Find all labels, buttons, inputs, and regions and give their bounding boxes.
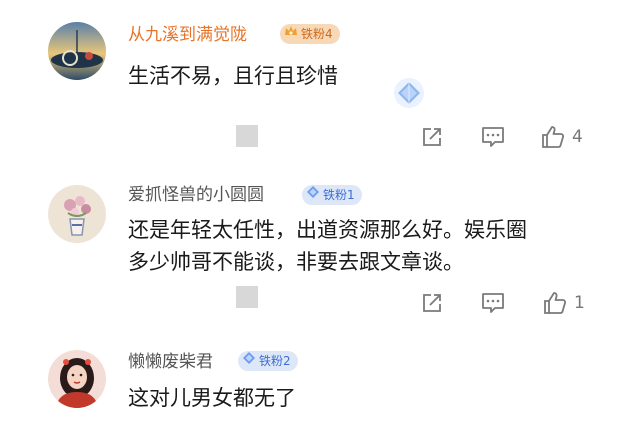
comment-line: 生活不易，且行且珍惜 [128,64,338,88]
badge-label: 铁粉4 [301,27,333,41]
username[interactable]: 从九溪到满觉陇 [128,24,247,46]
comment-item: 懒懒废柴君 铁粉2 这对儿男女都无了 [0,330,640,438]
badge-label: 铁粉2 [259,354,291,368]
girl-portrait-avatar-icon [48,350,106,408]
fan-badge: 铁粉4 [280,24,340,44]
image-placeholder[interactable] [236,125,258,147]
action-bar: 4 [418,122,608,152]
fan-badge: 铁粉1 [302,185,362,205]
action-bar: 1 [418,288,608,318]
thumbs-up-icon [542,126,565,148]
user-avatar[interactable] [48,185,106,243]
comment-line: 这对儿男女都无了 [128,386,296,410]
crown-icon [284,24,298,44]
thumbs-up-icon [544,292,567,314]
user-avatar[interactable] [48,22,106,80]
fan-badge: 铁粉2 [238,351,298,371]
like-count: 1 [574,293,585,313]
comment-button[interactable] [480,122,506,152]
username[interactable]: 懒懒废柴君 [128,351,213,373]
share-icon [423,128,441,146]
share-button[interactable] [420,122,444,152]
comment-text: 这对儿男女都无了 [128,382,296,415]
share-icon [423,294,441,312]
comment-text: 还是年轻太任性，出道资源那么好。娱乐圈 多少帅哥不能谈，非要去跟文章谈。 [128,214,527,278]
comment-icon [482,293,504,313]
diamond-badge-icon [306,185,320,205]
landscape-avatar-icon [48,22,106,80]
like-button[interactable]: 4 [540,122,583,152]
comment-text: 生活不易，且行且珍惜 [128,60,338,93]
comment-line: 还是年轻太任性，出道资源那么好。娱乐圈 [128,218,527,242]
comment-item: 爱抓怪兽的小圆圆 铁粉1 还是年轻太任性，出道资源那么好。娱乐圈 多少帅哥不能谈… [0,170,640,330]
comment-item: 从九溪到满觉陇 铁粉4 生活不易，且行且珍惜 4 [0,0,640,170]
comment-icon [482,127,504,147]
image-placeholder[interactable] [236,286,258,308]
comment-button[interactable] [480,288,506,318]
badge-label: 铁粉1 [323,188,355,202]
diamond-badge-icon [242,351,256,371]
share-button[interactable] [420,288,444,318]
diamond-icon [392,76,426,114]
like-button[interactable]: 1 [542,288,585,318]
username[interactable]: 爱抓怪兽的小圆圆 [128,184,264,206]
user-avatar[interactable] [48,350,106,408]
like-count: 4 [572,127,583,147]
flower-vase-avatar-icon [48,185,106,243]
comment-line: 多少帅哥不能谈，非要去跟文章谈。 [128,250,464,274]
